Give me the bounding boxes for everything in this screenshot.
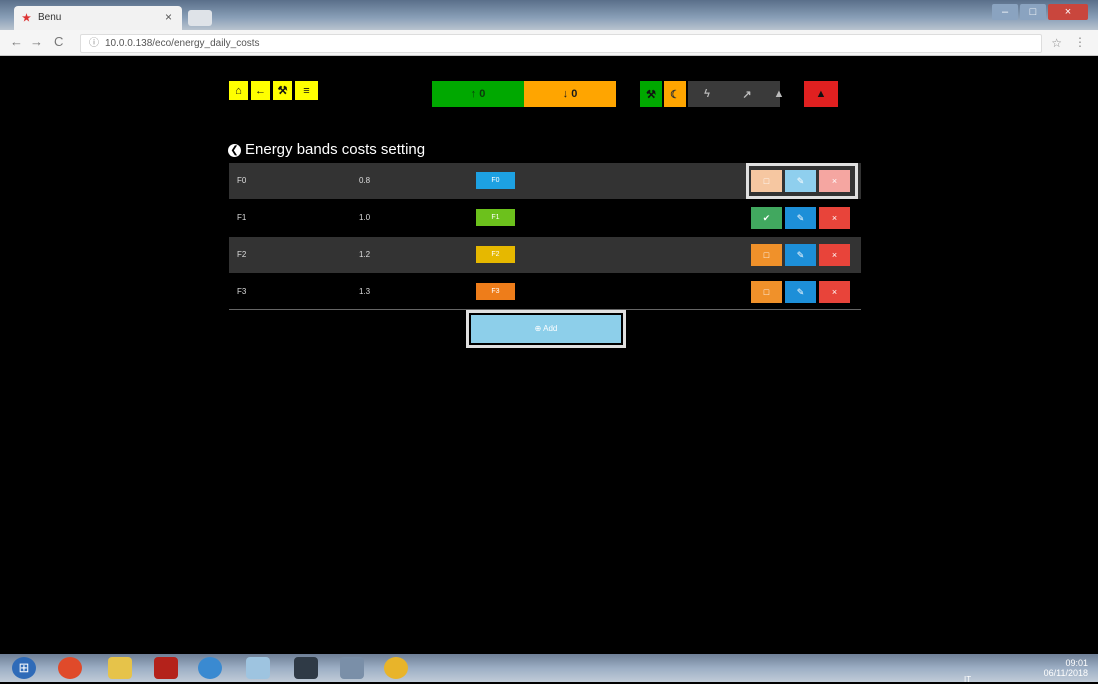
band-name: F1 (237, 213, 247, 222)
add-button[interactable]: ⊕ Add (471, 315, 621, 343)
delete-button[interactable]: × (819, 207, 850, 229)
select-button[interactable]: □ (751, 244, 782, 266)
favicon-icon: ★ (22, 13, 31, 24)
download-counter-button[interactable]: ↓ 0 (524, 81, 616, 107)
browser-toolbar: ← → C ⓘ 10.0.0.138/eco/energy_daily_costs… (0, 30, 1098, 55)
minimize-button[interactable]: – (992, 4, 1018, 20)
browser-chrome: ★ Benu × – □ × ← → C ⓘ 10.0.0.138/eco/energ… (0, 0, 1098, 56)
back-button[interactable]: ← (10, 34, 23, 49)
edit-button[interactable]: ✎ (785, 207, 816, 229)
upload-counter-button[interactable]: ↑ 0 (432, 81, 524, 107)
band-cost: 1.3 (359, 287, 371, 296)
system-tray: IT 09:01 06/11/2018 (964, 658, 1088, 684)
tab-close-icon[interactable]: × (165, 10, 172, 24)
tab-strip: ★ Benu × – □ × (0, 0, 1098, 30)
confirm-button[interactable]: ✔ (751, 207, 782, 229)
band-badge: F0 (476, 172, 515, 189)
browser-tab[interactable]: ★ Benu × (14, 6, 182, 30)
tab-title: Benu (38, 12, 62, 23)
band-cost: 0.8 (359, 176, 371, 185)
window-controls: – □ × (990, 2, 1090, 20)
edit-button[interactable]: ✎ (785, 244, 816, 266)
table-row: F1 1.0 F1 ✔ ✎ × (229, 200, 861, 236)
info-icon[interactable]: ⓘ (89, 38, 99, 49)
band-name: F3 (237, 287, 247, 296)
back-circle-icon[interactable]: ❮ (228, 144, 241, 157)
band-badge: F1 (476, 209, 515, 226)
usb-icon[interactable] (294, 657, 318, 679)
band-cost: 1.2 (359, 250, 371, 259)
menu-icon[interactable]: ≡ (295, 81, 318, 100)
wrench-icon[interactable]: ↗ (736, 81, 758, 107)
band-badge: F2 (476, 246, 515, 263)
clock-time: 09:01 (1065, 658, 1088, 668)
address-bar[interactable]: ⓘ 10.0.0.138/eco/energy_daily_costs (80, 34, 1042, 53)
folder-icon[interactable] (108, 657, 132, 679)
page-title: ❮ Energy bands costs setting (228, 141, 425, 158)
row-highlight-frame (746, 163, 858, 199)
band-name: F0 (237, 176, 247, 185)
bolt-icon[interactable]: ϟ (696, 81, 718, 107)
select-button[interactable]: □ (751, 281, 782, 303)
page-title-text: Energy bands costs setting (245, 141, 426, 158)
close-window-button[interactable]: × (1048, 4, 1088, 20)
taskbar: ⊞ IT 09:01 06/11/2018 (0, 654, 1098, 684)
tools-status-icon[interactable]: ⚒ (640, 81, 662, 107)
table-row: F2 1.2 F2 □ ✎ × (229, 237, 861, 273)
delete-button[interactable]: × (819, 244, 850, 266)
window-icon[interactable] (246, 657, 270, 679)
clock[interactable]: 09:01 06/11/2018 (1044, 658, 1088, 678)
network-icon[interactable] (198, 657, 222, 679)
browser-menu-icon[interactable]: ⋮ (1074, 35, 1086, 49)
clock-date: 06/11/2018 (1043, 668, 1088, 678)
table-row: F3 1.3 F3 □ ✎ × (229, 274, 861, 310)
maximize-button[interactable]: □ (1020, 4, 1046, 20)
band-badge: F3 (476, 283, 515, 300)
bookmark-star-icon[interactable]: ☆ (1051, 36, 1062, 50)
forward-button[interactable]: → (30, 34, 43, 49)
edit-button[interactable]: ✎ (785, 281, 816, 303)
delete-button[interactable]: × (819, 281, 850, 303)
alarm-icon[interactable]: ▲ (804, 81, 838, 107)
filezilla-icon[interactable] (154, 657, 178, 679)
reload-button[interactable]: C (54, 34, 63, 49)
home-icon[interactable]: ⌂ (229, 81, 248, 100)
chrome-icon[interactable] (384, 657, 408, 679)
band-cost: 1.0 (359, 213, 371, 222)
language-indicator[interactable]: IT (964, 675, 971, 684)
firefox-icon[interactable] (58, 657, 82, 679)
moon-icon[interactable]: ☾ (664, 81, 686, 107)
bell-icon[interactable]: ▲ (768, 81, 790, 107)
new-tab-button[interactable] (188, 10, 212, 26)
band-name: F2 (237, 250, 247, 259)
back-icon[interactable]: ← (251, 81, 270, 100)
url-text: 10.0.0.138/eco/energy_daily_costs (105, 38, 260, 49)
start-button[interactable]: ⊞ (12, 657, 36, 679)
tools-icon[interactable]: ⚒ (273, 81, 292, 100)
app-icon[interactable] (340, 657, 364, 679)
